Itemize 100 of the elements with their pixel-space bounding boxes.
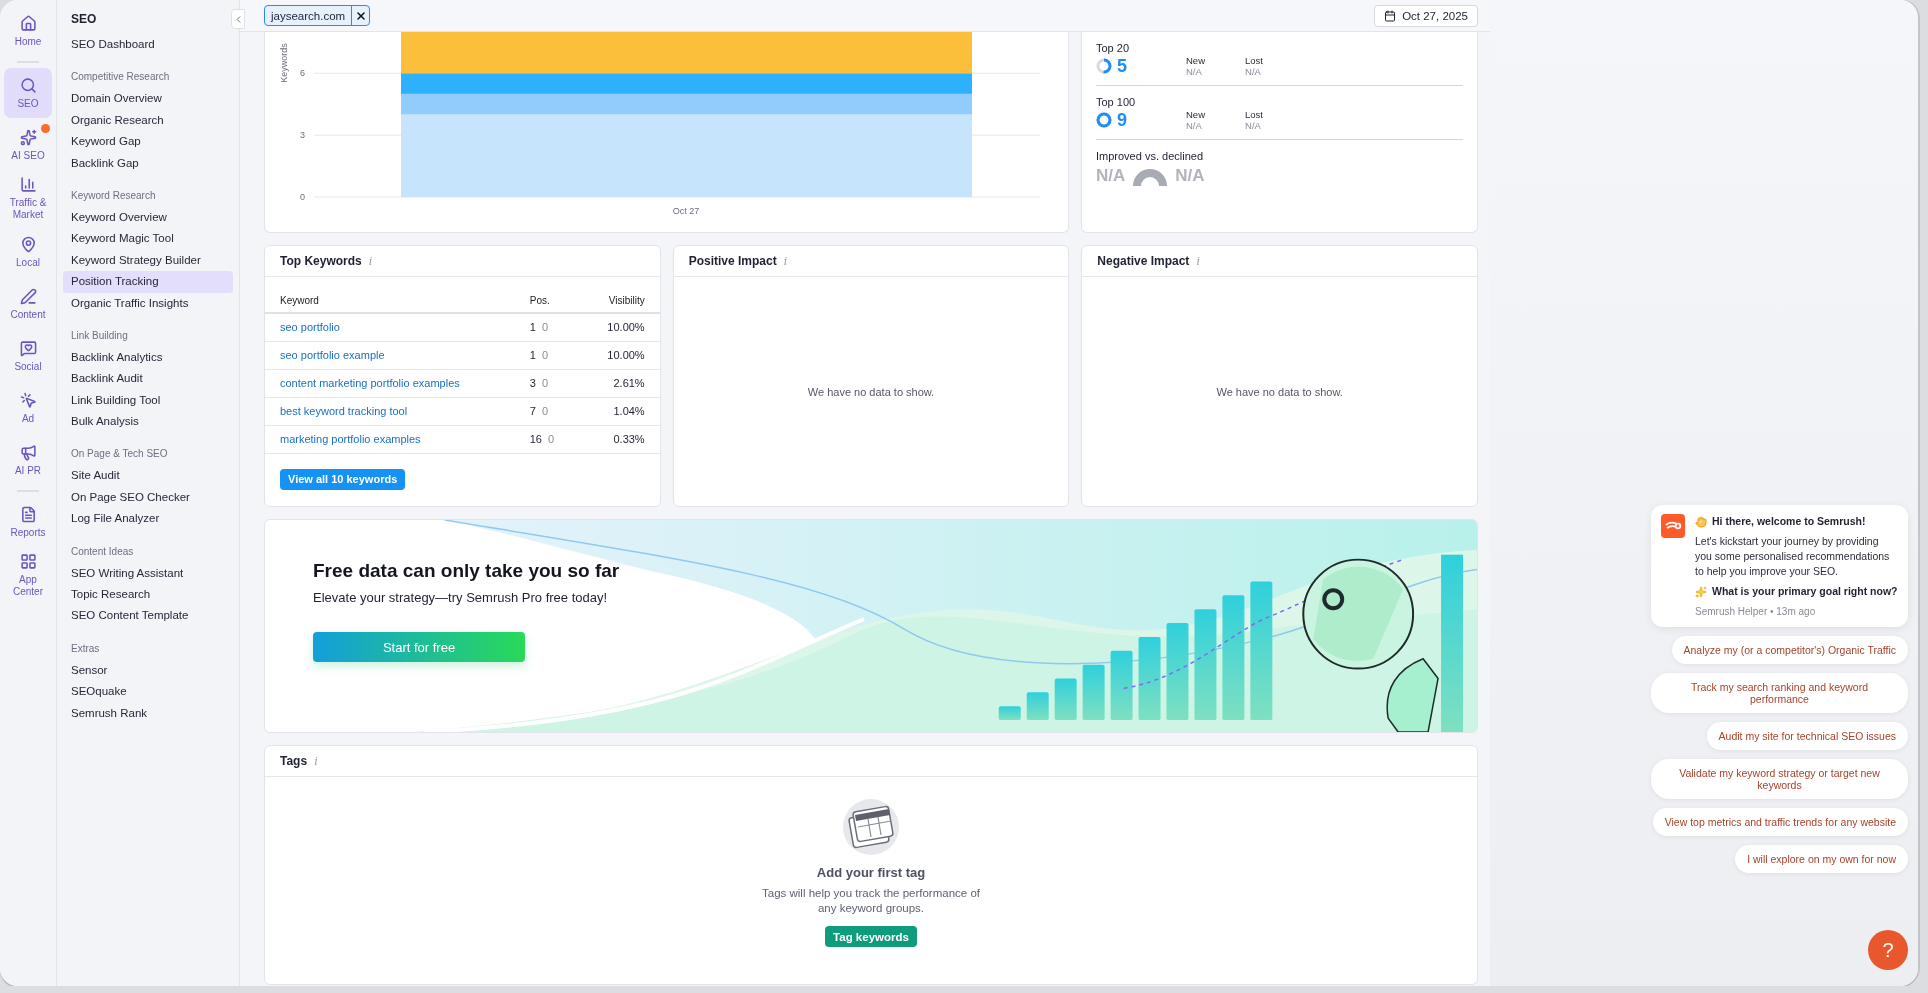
sidebar-nav-item[interactable]: Ad: [4, 383, 52, 433]
date-picker-button[interactable]: Oct 27, 2025: [1374, 4, 1478, 27]
map-pin-icon: [19, 235, 37, 253]
bar-chart-icon: [19, 176, 37, 193]
table-cell: 10.00%: [579, 341, 660, 369]
help-button[interactable]: ?: [1868, 930, 1908, 970]
chat-greeting: Hi there, welcome to Semrush!: [1712, 514, 1866, 529]
menu-item[interactable]: Backlink Audit: [63, 368, 233, 390]
improved-label: Improved vs. declined: [1096, 150, 1204, 162]
menu-item[interactable]: Keyword Strategy Builder: [63, 249, 233, 272]
menu-item[interactable]: Backlink Gap: [63, 152, 233, 174]
position-value: 16: [529, 433, 542, 445]
declined-value: N/A: [1175, 166, 1205, 186]
sparkles-icon: [1695, 585, 1707, 598]
sidebar-nav-item[interactable]: App Center: [4, 549, 52, 602]
menu-item[interactable]: Log File Analyzer: [63, 508, 233, 530]
menu-item[interactable]: Keyword Magic Tool: [63, 228, 233, 250]
menu-item[interactable]: Bulk Analysis: [63, 411, 233, 433]
menu-item[interactable]: Backlink Analytics: [63, 346, 233, 369]
sidebar-nav-item[interactable]: Home: [4, 6, 52, 56]
stat-value: N/A: [1186, 66, 1203, 77]
menu-item[interactable]: Position Tracking: [63, 271, 233, 293]
stat-label: New: [1186, 55, 1205, 66]
menu-section-heading: On Page & Tech SEO: [70, 447, 169, 462]
menu-section-heading: Content Ideas: [70, 544, 135, 559]
sidebar-nav-item[interactable]: AI PR: [4, 435, 52, 485]
card-title: Tags: [280, 754, 308, 768]
menu-item[interactable]: SEO Content Template: [63, 605, 233, 627]
stat-value: N/A: [1245, 120, 1262, 131]
sidebar-nav-item[interactable]: Traffic & Market: [4, 172, 52, 225]
keyword-link[interactable]: seo portfolio example: [280, 349, 385, 361]
menu-item[interactable]: Organic Traffic Insights: [63, 292, 233, 314]
sparkles-icon: [19, 128, 37, 146]
donut-icon: [1096, 112, 1112, 128]
rank-group-label: Top 20: [1096, 42, 1131, 54]
position-change: 0: [541, 321, 548, 334]
chat-text: Let's kickstart your journey by providing you some personalised recommendations to help you improve your SEO.: [1695, 534, 1891, 579]
rank-count: 9: [1117, 109, 1127, 131]
sidebar-nav-item[interactable]: AI SEO: [4, 120, 52, 170]
menu-item[interactable]: Domain Overview: [63, 88, 233, 110]
menu-item[interactable]: SEOquake: [63, 681, 233, 703]
empty-description: Tags will help you track the performance of any keyword groups.: [761, 886, 981, 916]
keyword-link[interactable]: content marketing portfolio examples: [280, 377, 460, 389]
card-title: Top Keywords: [280, 254, 362, 268]
keyword-link[interactable]: marketing portfolio examples: [280, 433, 421, 445]
axis-tick-label: 6: [300, 68, 305, 79]
empty-title: Add your first tag: [816, 865, 926, 880]
position-value: 1: [529, 349, 536, 361]
sidebar-nav-item[interactable]: SEO: [4, 68, 52, 118]
menu-section-heading: Link Building: [70, 328, 129, 343]
quick-reply-button[interactable]: Track my search ranking and keyword performance: [1651, 673, 1908, 713]
position-change: 0: [541, 349, 548, 361]
menu-item[interactable]: Link Building Tool: [63, 389, 233, 412]
quick-reply-button[interactable]: Validate my keyword strategy or target new keywords: [1651, 759, 1908, 799]
menu-item[interactable]: Site Audit: [63, 465, 233, 487]
menu-item[interactable]: Semrush Rank: [63, 702, 233, 724]
quick-reply-button[interactable]: I will explore on my own for now: [1735, 845, 1908, 873]
menu-title: SEO: [70, 11, 98, 28]
search-icon: [19, 76, 37, 94]
rank-count: 5: [1117, 55, 1127, 77]
quick-reply-button[interactable]: Analyze my (or a competitor's) Organic Traffic: [1671, 636, 1908, 664]
rank-group-label: Top 100: [1096, 96, 1137, 108]
empty-message: We have no data to show.: [1216, 385, 1343, 398]
pointer-click-icon: [19, 391, 37, 409]
table-window-icon: [841, 797, 901, 857]
domain-text: jaysearch.com: [269, 9, 347, 22]
close-icon: [354, 9, 367, 22]
menu-item[interactable]: On Page SEO Checker: [63, 486, 233, 509]
menu-section-heading: Competitive Research: [70, 70, 171, 85]
keyword-link[interactable]: best keyword tracking tool: [280, 405, 408, 417]
quick-reply-button[interactable]: Audit my site for technical SEO issues: [1706, 722, 1908, 750]
sidebar-nav-item[interactable]: Local: [4, 227, 52, 277]
stat-value: N/A: [1186, 120, 1203, 131]
menu-item[interactable]: Sensor: [63, 659, 233, 682]
chat-question: What is your primary goal right now?: [1712, 584, 1898, 599]
quick-reply-button[interactable]: View top metrics and traffic trends for any website: [1652, 808, 1908, 836]
keyword-link[interactable]: seo portfolio: [280, 321, 340, 334]
sidebar-nav-item[interactable]: Reports: [4, 497, 52, 547]
home-icon: [19, 14, 37, 32]
chat-heart-icon: [19, 339, 37, 357]
stat-value: N/A: [1245, 66, 1262, 77]
position-change: 0: [541, 377, 548, 389]
tag-keywords-button[interactable]: Tag keywords: [825, 926, 917, 947]
axis-tick-label: Oct 27: [672, 206, 700, 216]
card-title: Negative Impact: [1097, 254, 1190, 268]
menu-item[interactable]: SEO Dashboard: [63, 34, 233, 56]
table-cell: 2.61%: [579, 369, 660, 397]
table-cell: 10.00%: [579, 313, 660, 341]
stat-label: Lost: [1245, 109, 1263, 120]
position-value: 3: [529, 377, 536, 389]
menu-item[interactable]: Organic Research: [63, 109, 233, 132]
menu-item[interactable]: Topic Research: [63, 584, 233, 606]
sidebar-nav-item[interactable]: Content: [4, 279, 52, 329]
column-header: Visibility: [579, 287, 660, 313]
menu-item[interactable]: SEO Writing Assistant: [63, 562, 233, 585]
menu-section-heading: Keyword Research: [70, 188, 157, 203]
card-title: Positive Impact: [688, 254, 777, 268]
menu-item[interactable]: Keyword Gap: [63, 131, 233, 153]
menu-item[interactable]: Keyword Overview: [63, 206, 233, 229]
sidebar-nav-item[interactable]: Social: [4, 331, 52, 381]
